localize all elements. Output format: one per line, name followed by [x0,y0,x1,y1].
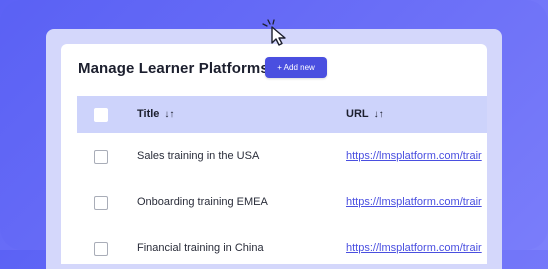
row-url-link[interactable]: https://lmsplatform.com/trair [346,150,482,162]
row-title: Onboarding training EMEA [137,196,268,208]
row-url-link[interactable]: https://lmsplatform.com/trair [346,196,482,208]
row-title: Financial training in China [137,242,264,254]
row-checkbox[interactable] [94,196,108,210]
row-title: Sales training in the USA [137,150,260,162]
table-row: Financial training in China https://lmsp… [77,225,487,264]
select-all-checkbox[interactable] [94,108,108,122]
column-header-title[interactable]: Title ↓↑ [137,108,174,120]
page-title: Manage Learner Platforms [78,60,269,77]
table-row: Onboarding training EMEA https://lmsplat… [77,179,487,226]
table-row: Sales training in the USA https://lmspla… [77,133,487,180]
column-header-url[interactable]: URL ↓↑ [346,108,384,120]
row-checkbox[interactable] [94,150,108,164]
sort-icon[interactable]: ↓↑ [164,109,174,120]
sort-icon[interactable]: ↓↑ [374,109,384,120]
table-header: Title ↓↑ URL ↓↑ [77,96,487,133]
row-checkbox[interactable] [94,242,108,256]
mouse-cursor-icon [262,19,286,46]
add-new-button[interactable]: + Add new [265,57,327,78]
row-url-link[interactable]: https://lmsplatform.com/trair [346,242,482,254]
column-title-label: Title [137,108,160,120]
platforms-panel: Manage Learner Platforms + Add new Title… [61,44,487,264]
column-url-label: URL [346,108,369,120]
